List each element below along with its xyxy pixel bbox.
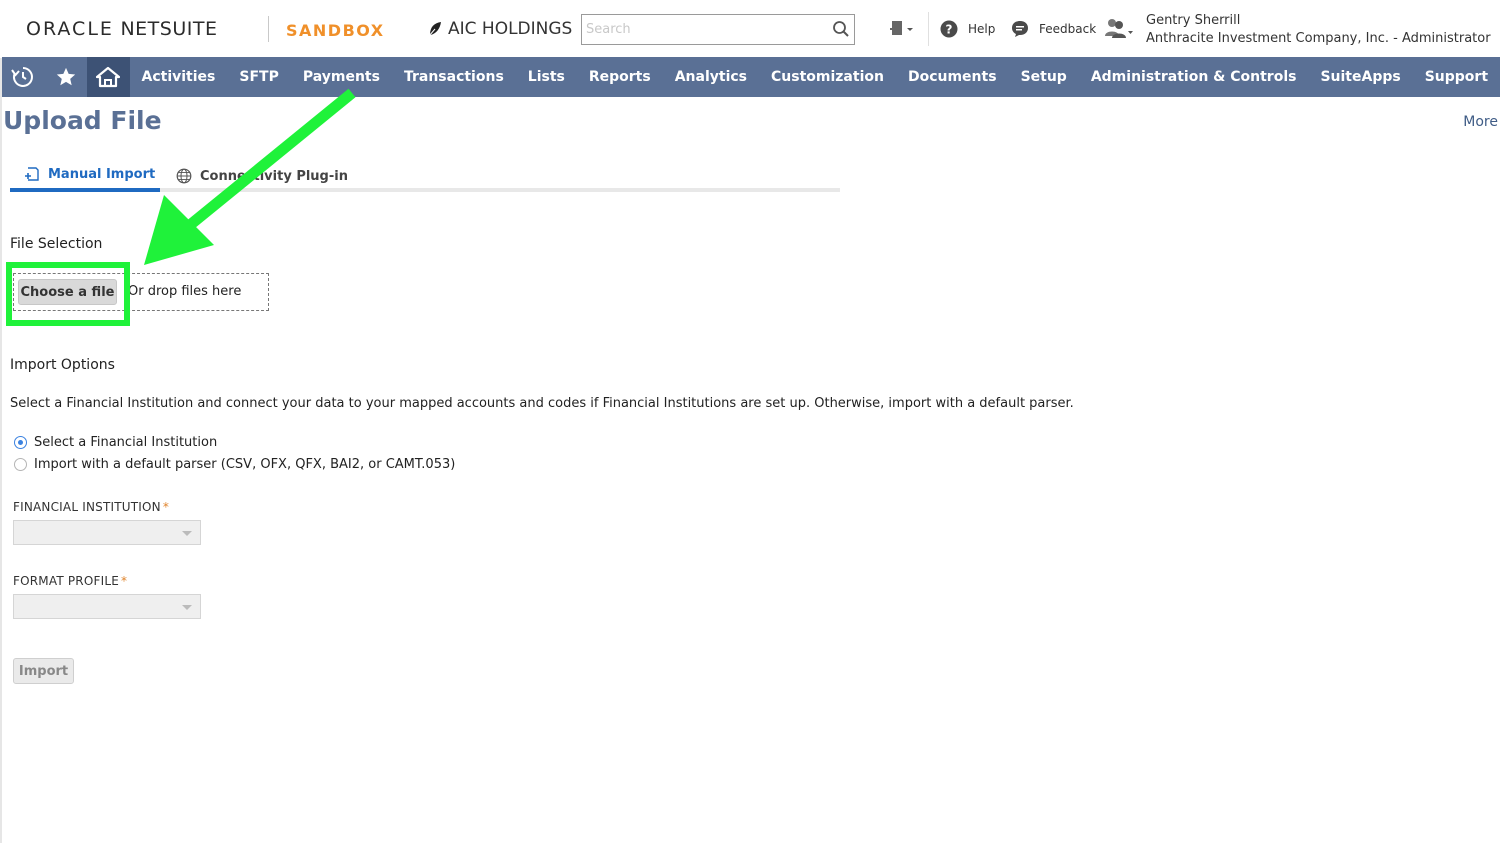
more-link[interactable]: More bbox=[1463, 114, 1498, 130]
feedback-label: Feedback bbox=[1039, 22, 1097, 36]
logo-netsuite: NETSUITE bbox=[120, 18, 218, 40]
global-search bbox=[581, 14, 855, 45]
feedback-link[interactable]: Feedback bbox=[1011, 20, 1096, 38]
radio-select-financial-institution[interactable]: Select a Financial Institution bbox=[14, 435, 217, 450]
company-logo: AIC HOLDINGS bbox=[428, 19, 572, 39]
nav-setup[interactable]: Setup bbox=[1009, 57, 1079, 97]
radio-button[interactable] bbox=[14, 458, 27, 471]
annotation-highlight-box bbox=[6, 262, 130, 326]
radio-label: Select a Financial Institution bbox=[34, 435, 218, 450]
feedback-icon bbox=[1012, 21, 1028, 37]
chevron-down-icon bbox=[182, 531, 192, 536]
environment-badge: SANDBOX bbox=[286, 21, 385, 40]
radio-default-parser[interactable]: Import with a default parser (CSV, OFX, … bbox=[14, 457, 455, 472]
user-menu[interactable]: Gentry Sherrill Anthracite Investment Co… bbox=[1104, 12, 1491, 48]
nav-administration-controls[interactable]: Administration & Controls bbox=[1079, 57, 1309, 97]
import-options-heading: Import Options bbox=[10, 357, 115, 373]
recent-records-dropdown-icon[interactable] bbox=[888, 19, 916, 39]
radio-button[interactable] bbox=[14, 436, 27, 449]
nav-support[interactable]: Support bbox=[1413, 57, 1500, 97]
required-marker: * bbox=[121, 574, 128, 588]
chevron-down-icon bbox=[182, 605, 192, 610]
financial-institution-label: FINANCIAL INSTITUTION * bbox=[13, 500, 169, 514]
import-options-description: Select a Financial Institution and conne… bbox=[10, 396, 1074, 411]
svg-text:?: ? bbox=[946, 23, 953, 37]
netsuite-logo[interactable]: ORACLE NETSUITE bbox=[26, 18, 217, 40]
help-icon: ? bbox=[940, 20, 958, 38]
nav-lists[interactable]: Lists bbox=[516, 57, 577, 97]
nav-analytics[interactable]: Analytics bbox=[663, 57, 759, 97]
user-role: Anthracite Investment Company, Inc. - Ad… bbox=[1146, 31, 1491, 46]
file-selection-heading: File Selection bbox=[10, 236, 103, 252]
page-edge bbox=[0, 0, 2, 843]
home-icon[interactable] bbox=[87, 57, 130, 97]
user-name: Gentry Sherrill bbox=[1146, 13, 1241, 28]
header-divider bbox=[928, 12, 929, 46]
import-icon bbox=[25, 167, 39, 181]
user-roles-icon bbox=[1105, 19, 1133, 38]
drop-files-text: Or drop files here bbox=[128, 284, 242, 299]
format-profile-select[interactable] bbox=[13, 594, 201, 619]
annotation-arrow bbox=[144, 88, 356, 265]
financial-institution-select[interactable] bbox=[13, 520, 201, 545]
nav-reports[interactable]: Reports bbox=[577, 57, 663, 97]
search-icon[interactable] bbox=[832, 20, 850, 38]
help-link[interactable]: ? Help bbox=[940, 20, 995, 38]
help-label: Help bbox=[968, 22, 996, 36]
nav-customization[interactable]: Customization bbox=[759, 57, 896, 97]
nav-transactions[interactable]: Transactions bbox=[392, 57, 516, 97]
nav-suiteapps[interactable]: SuiteApps bbox=[1308, 57, 1412, 97]
logo-oracle: ORACLE bbox=[26, 18, 114, 40]
header: ORACLE NETSUITE SANDBOX AIC HOLDINGS ? H… bbox=[0, 0, 1500, 58]
logo-divider bbox=[268, 16, 269, 42]
required-marker: * bbox=[162, 500, 170, 514]
format-profile-label: FORMAT PROFILE * bbox=[13, 574, 127, 588]
search-input[interactable] bbox=[582, 15, 822, 44]
import-button[interactable]: Import bbox=[13, 658, 74, 684]
radio-label: Import with a default parser (CSV, OFX, … bbox=[34, 457, 456, 472]
company-name: AIC HOLDINGS bbox=[448, 19, 573, 39]
format-profile-label-text: FORMAT PROFILE bbox=[13, 574, 119, 588]
nav-documents[interactable]: Documents bbox=[896, 57, 1009, 97]
leaf-icon bbox=[428, 22, 441, 37]
favorites-star-icon[interactable] bbox=[45, 57, 88, 97]
financial-institution-label-text: FINANCIAL INSTITUTION bbox=[13, 500, 161, 514]
recent-records-icon[interactable] bbox=[2, 57, 45, 97]
